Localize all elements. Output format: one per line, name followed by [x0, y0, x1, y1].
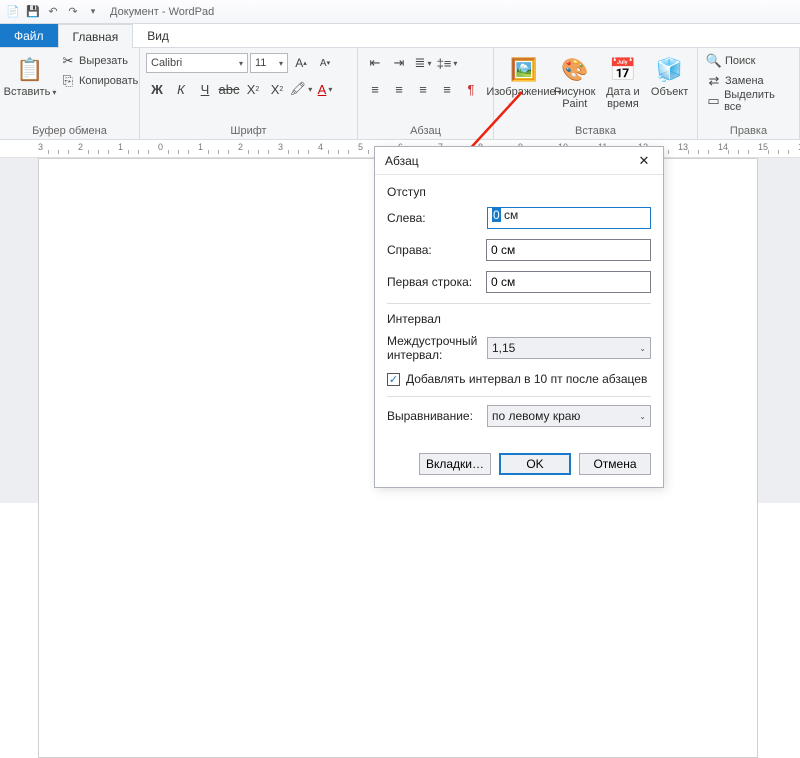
tab-view[interactable]: Вид — [133, 24, 183, 47]
paragraph-dialog: Абзац ✕ Отступ Слева: 0 см Справа: Перва… — [374, 146, 664, 488]
insert-paint-button[interactable]: 🎨Рисунок Paint — [552, 52, 598, 112]
group-insert: 🖼️Изображение▾ 🎨Рисунок Paint 📅Дата и вр… — [494, 48, 698, 139]
superscript-icon[interactable]: X2 — [266, 78, 288, 100]
insert-image-button[interactable]: 🖼️Изображение▾ — [500, 52, 548, 100]
select-all-button[interactable]: ▭Выделить все — [704, 92, 793, 110]
picture-icon: 🖼️ — [508, 54, 540, 86]
left-indent-label: Слева: — [387, 211, 487, 225]
bullets-icon[interactable]: ≣▾ — [412, 52, 434, 74]
shrink-font-icon[interactable]: A▾ — [314, 52, 336, 74]
bold-icon[interactable]: Ж — [146, 78, 168, 100]
copy-button[interactable]: ⎘Копировать — [58, 72, 140, 90]
undo-icon[interactable]: ↶ — [44, 3, 62, 21]
outdent-icon[interactable]: ⇤ — [364, 52, 386, 74]
indent-section-label: Отступ — [387, 185, 651, 199]
group-label-paragraph: Абзац — [364, 123, 487, 137]
tab-file[interactable]: Файл — [0, 24, 58, 47]
group-clipboard: 📋 Вставить▾ ✂Вырезать ⎘Копировать Буфер … — [0, 48, 140, 139]
group-label-edit: Правка — [704, 123, 793, 137]
calendar-icon: 📅 — [607, 54, 639, 86]
replace-button[interactable]: ⇄Замена — [704, 72, 766, 90]
align-right-icon[interactable]: ≡ — [412, 78, 434, 100]
grow-font-icon[interactable]: A▴ — [290, 52, 312, 74]
group-font: Calibri▾ 11▾ A▴ A▾ Ж К Ч abc X2 X2 🖍▾ A▾… — [140, 48, 358, 139]
scissors-icon: ✂ — [60, 53, 76, 69]
copy-icon: ⎘ — [60, 73, 76, 89]
add-space-checkbox[interactable]: ✓ Добавлять интервал в 10 пт после абзац… — [387, 372, 651, 386]
line-spacing-icon[interactable]: ‡≡▾ — [436, 52, 458, 74]
cut-button[interactable]: ✂Вырезать — [58, 52, 140, 70]
divider — [387, 303, 651, 304]
first-line-label: Первая строка: — [387, 275, 486, 289]
select-all-icon: ▭ — [706, 93, 721, 109]
align-center-icon[interactable]: ≡ — [388, 78, 410, 100]
first-line-input[interactable] — [486, 271, 651, 293]
title-bar: 📄 💾 ↶ ↷ ▾ Документ - WordPad — [0, 0, 800, 24]
qat-customize-icon[interactable]: ▾ — [84, 3, 102, 21]
dialog-titlebar[interactable]: Абзац ✕ — [375, 147, 663, 175]
italic-icon[interactable]: К — [170, 78, 192, 100]
ok-button[interactable]: OK — [499, 453, 571, 475]
interval-section-label: Интервал — [387, 312, 651, 326]
cancel-button[interactable]: Отмена — [579, 453, 651, 475]
close-icon[interactable]: ✕ — [631, 150, 657, 172]
palette-icon: 🎨 — [559, 54, 591, 86]
alignment-label: Выравнивание: — [387, 409, 487, 423]
tab-home[interactable]: Главная — [58, 24, 134, 48]
divider — [387, 396, 651, 397]
font-family-combo[interactable]: Calibri▾ — [146, 53, 248, 73]
ribbon: 📋 Вставить▾ ✂Вырезать ⎘Копировать Буфер … — [0, 48, 800, 140]
paragraph-dialog-icon[interactable]: ¶ — [460, 78, 482, 100]
tabs-button[interactable]: Вкладки… — [419, 453, 491, 475]
app-icon: 📄 — [4, 3, 22, 21]
highlight-icon[interactable]: 🖍▾ — [290, 78, 312, 100]
group-paragraph: ⇤ ⇥ ≣▾ ‡≡▾ ≡ ≡ ≡ ≡ ¶ Абзац — [358, 48, 494, 139]
dialog-title: Абзац — [385, 154, 419, 168]
font-size-combo[interactable]: 11▾ — [250, 53, 288, 73]
find-button[interactable]: 🔍Поиск — [704, 52, 757, 70]
line-spacing-label: Междустрочный интервал: — [387, 334, 487, 362]
object-icon: 🧊 — [654, 54, 686, 86]
search-icon: 🔍 — [706, 53, 722, 69]
quick-access-toolbar: 📄 💾 ↶ ↷ ▾ — [4, 3, 102, 21]
alignment-select[interactable]: по левому краю⌄ — [487, 405, 651, 427]
replace-icon: ⇄ — [706, 73, 722, 89]
insert-object-button[interactable]: 🧊Объект — [648, 52, 691, 100]
group-label-insert: Вставка — [500, 123, 691, 137]
window-title: Документ - WordPad — [110, 6, 214, 18]
checkbox-icon: ✓ — [387, 373, 400, 386]
subscript-icon[interactable]: X2 — [242, 78, 264, 100]
clipboard-icon: 📋 — [14, 54, 46, 86]
group-edit: 🔍Поиск ⇄Замена ▭Выделить все Правка — [698, 48, 800, 139]
strike-icon[interactable]: abc — [218, 78, 240, 100]
line-spacing-select[interactable]: 1,15⌄ — [487, 337, 651, 359]
insert-datetime-button[interactable]: 📅Дата и время — [602, 52, 645, 112]
redo-icon[interactable]: ↷ — [64, 3, 82, 21]
right-indent-input[interactable] — [486, 239, 651, 261]
paste-button[interactable]: 📋 Вставить▾ — [6, 52, 54, 100]
align-left-icon[interactable]: ≡ — [364, 78, 386, 100]
align-justify-icon[interactable]: ≡ — [436, 78, 458, 100]
group-label-font: Шрифт — [146, 123, 351, 137]
save-icon[interactable]: 💾 — [24, 3, 42, 21]
underline-icon[interactable]: Ч — [194, 78, 216, 100]
font-color-icon[interactable]: A▾ — [314, 78, 336, 100]
left-indent-input[interactable]: 0 см — [487, 207, 651, 229]
ribbon-tabs: Файл Главная Вид — [0, 24, 800, 48]
group-label-clipboard: Буфер обмена — [6, 123, 133, 137]
indent-icon[interactable]: ⇥ — [388, 52, 410, 74]
right-indent-label: Справа: — [387, 243, 486, 257]
chevron-down-icon: ▾ — [52, 88, 56, 97]
